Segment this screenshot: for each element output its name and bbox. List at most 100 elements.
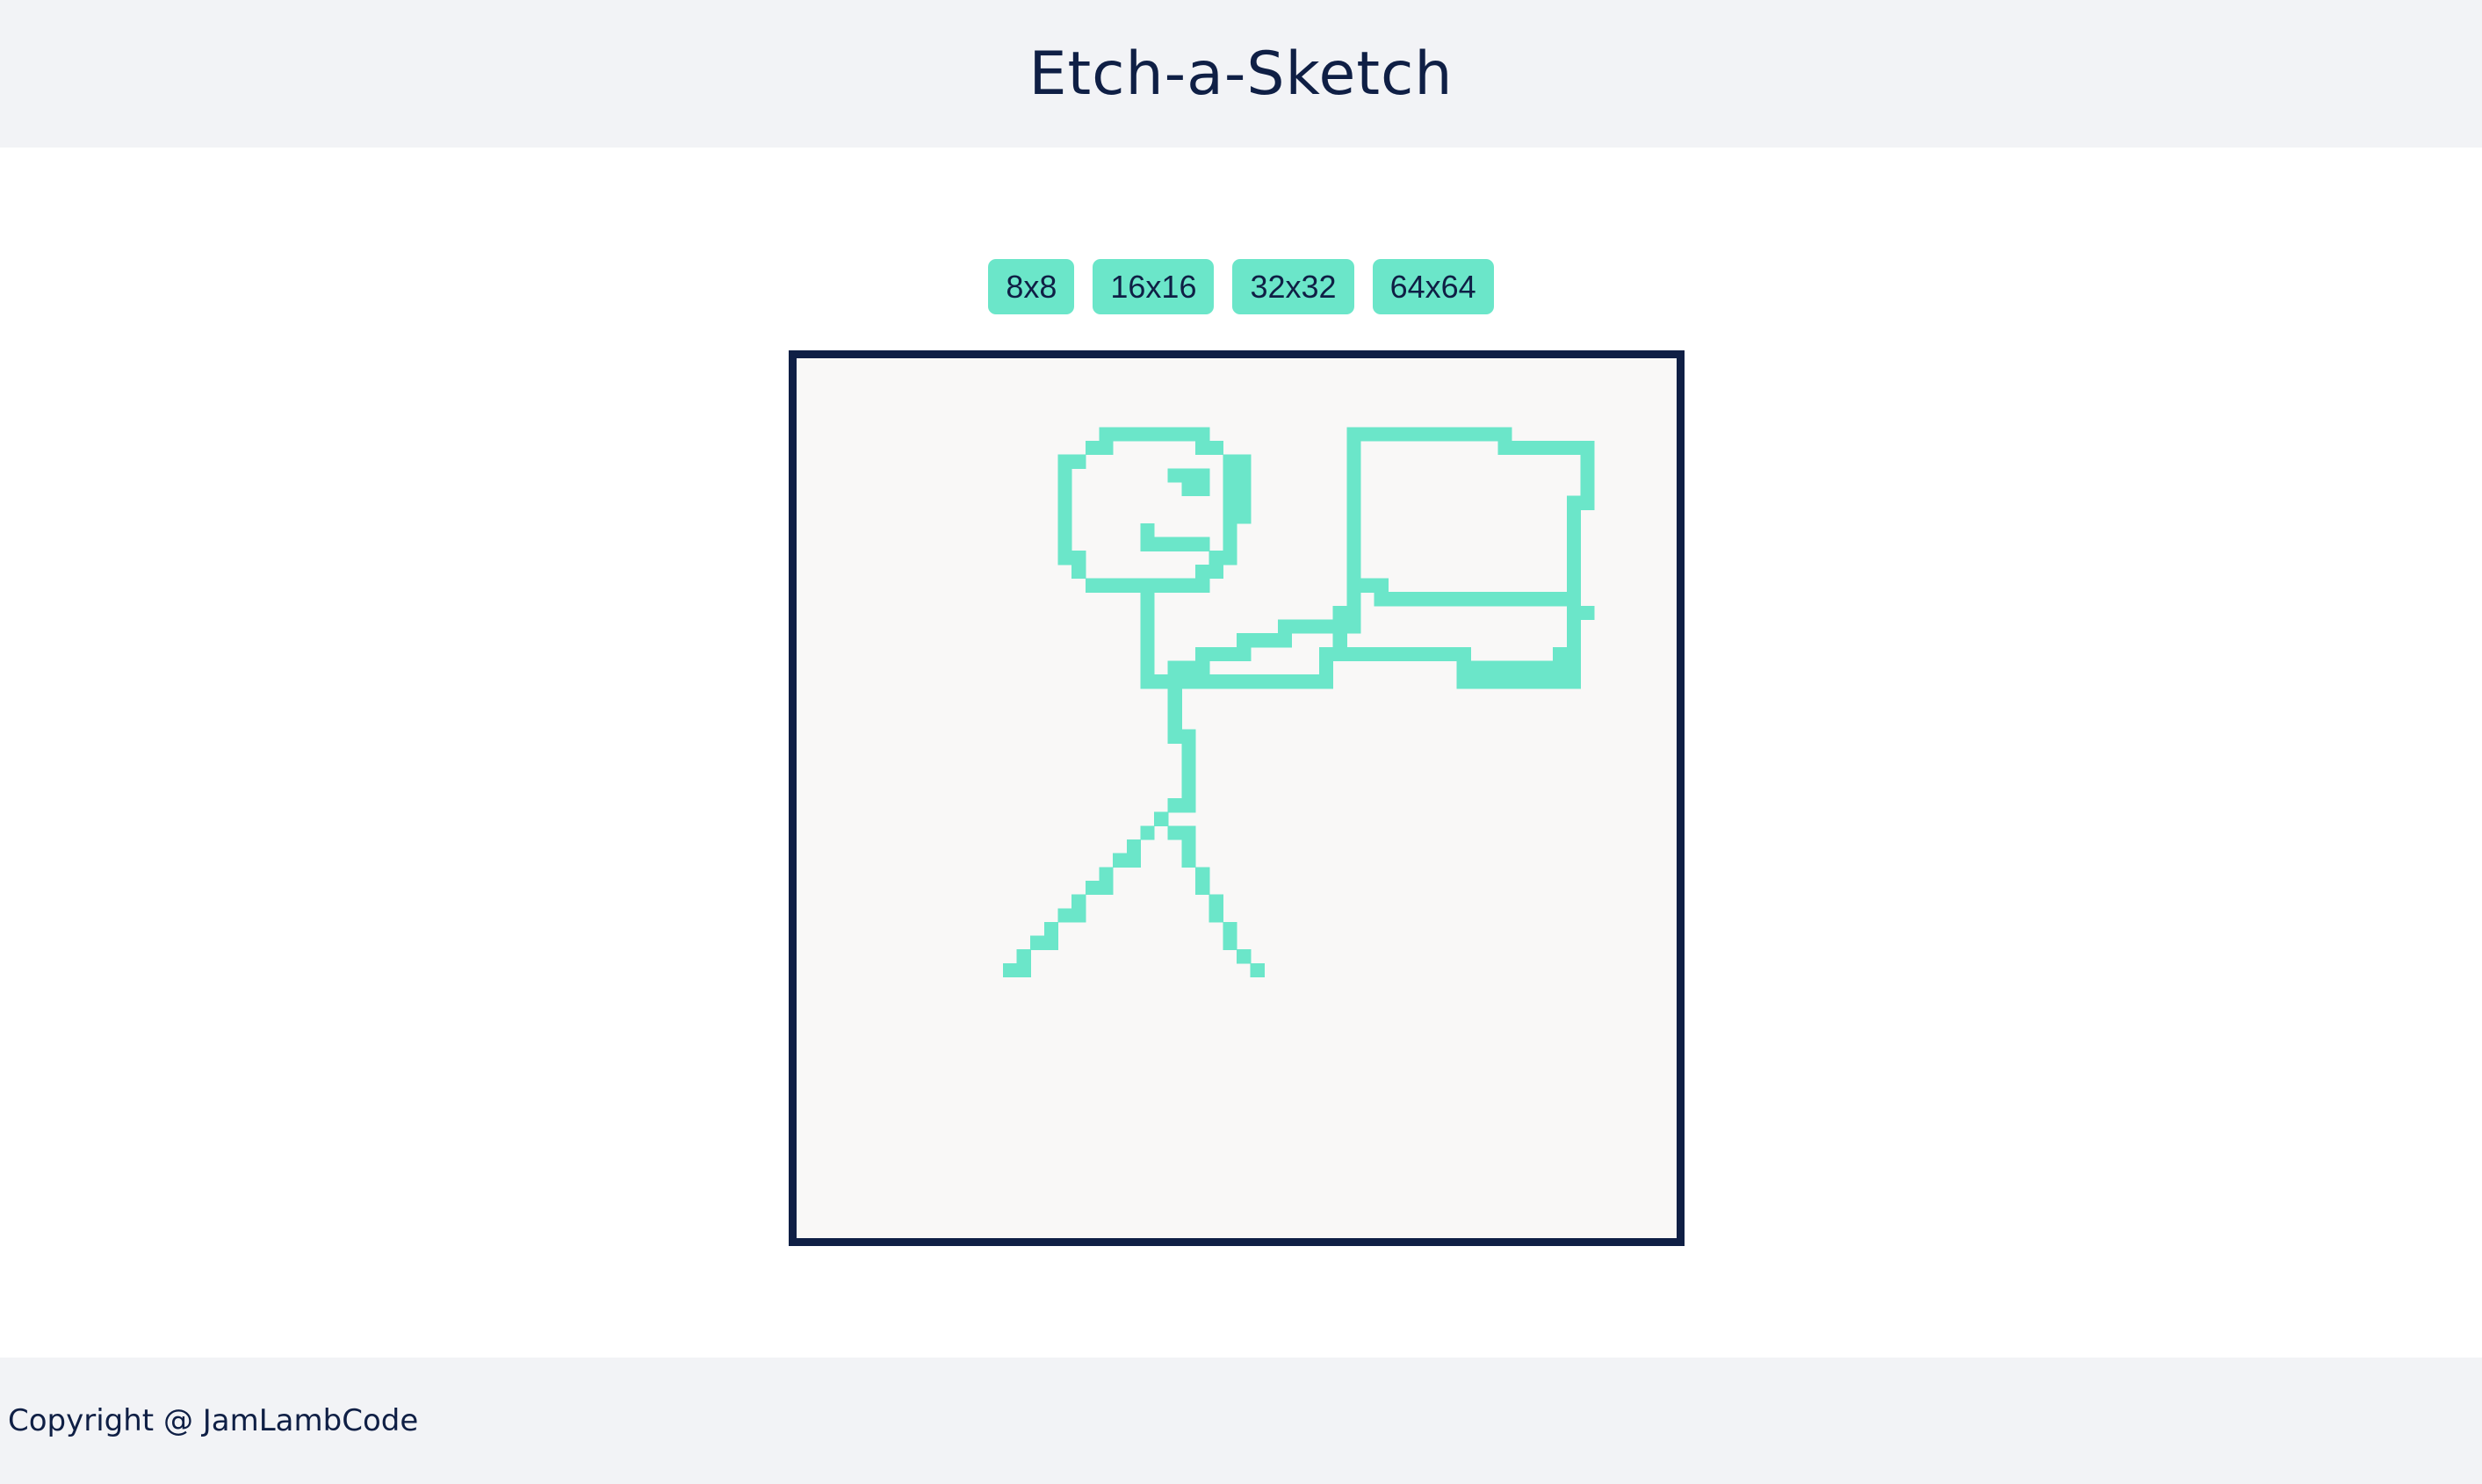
pixel: [1429, 592, 1444, 607]
pixel: [1140, 537, 1155, 551]
page-title: Etch-a-Sketch: [1028, 39, 1454, 109]
pixel: [1195, 867, 1210, 882]
pixel: [1223, 454, 1237, 469]
sketch-board[interactable]: [789, 350, 1685, 1246]
pixel: [1277, 619, 1293, 634]
pixel: [1223, 646, 1237, 662]
pixel: [1456, 674, 1471, 689]
pixel: [1126, 839, 1142, 854]
pixel: [1237, 495, 1252, 510]
pixel: [1264, 674, 1279, 689]
pixel: [1209, 674, 1223, 689]
pixel: [1057, 522, 1072, 538]
pixel: [1154, 537, 1169, 551]
grid-size-8-button[interactable]: 8x8: [988, 259, 1075, 314]
pixel: [1223, 674, 1237, 689]
pixel: [1483, 427, 1499, 442]
pixel: [1167, 537, 1182, 551]
pixel: [1237, 509, 1252, 524]
pixel: [1580, 468, 1595, 483]
pixel: [1346, 578, 1361, 593]
pixel: [1305, 619, 1320, 634]
grid-size-64-button[interactable]: 64x64: [1372, 259, 1494, 314]
pixel: [1167, 674, 1182, 689]
pixel: [1566, 509, 1582, 524]
pixel: [1580, 454, 1595, 469]
pixel: [1113, 853, 1128, 868]
pixel: [1002, 962, 1018, 978]
pixel: [1181, 537, 1196, 551]
pixel: [1140, 427, 1155, 442]
pixel: [1099, 867, 1114, 882]
pixel: [1223, 481, 1237, 497]
pixel: [1140, 578, 1155, 593]
pixel: [1181, 784, 1196, 799]
grid-size-32-button[interactable]: 32x32: [1232, 259, 1354, 314]
pixel: [1497, 592, 1512, 607]
page-header: Etch-a-Sketch: [0, 0, 2482, 148]
pixel: [1195, 880, 1210, 896]
pixel: [1374, 592, 1389, 607]
pixel: [1237, 633, 1252, 648]
pixel: [1346, 481, 1361, 497]
pixel: [1223, 495, 1237, 510]
pixel: [1167, 798, 1182, 813]
pixel: [1580, 481, 1595, 497]
pixel: [1181, 674, 1196, 689]
pixel: [1237, 949, 1252, 964]
pixel: [1497, 660, 1512, 675]
pixel: [1237, 646, 1252, 662]
sketch-canvas[interactable]: [797, 358, 1677, 1238]
pixel: [1525, 440, 1540, 456]
pixel: [1181, 468, 1196, 483]
pixel: [1346, 522, 1361, 538]
pixel: [1512, 592, 1526, 607]
pixel: [1195, 427, 1210, 442]
pixel: [1497, 440, 1512, 456]
pixel: [1291, 674, 1306, 689]
pixel: [1099, 440, 1114, 456]
pixel: [1346, 619, 1361, 634]
pixel: [1250, 633, 1265, 648]
pixel: [1167, 729, 1182, 744]
copyright-text: Copyright @ JamLambCode: [8, 1403, 419, 1438]
pixel: [1553, 646, 1568, 662]
pixel: [1566, 674, 1582, 689]
pixel: [1085, 440, 1100, 456]
pixel: [1223, 551, 1237, 566]
pixel: [1195, 481, 1210, 497]
pixel: [1525, 592, 1540, 607]
pixel: [1277, 674, 1293, 689]
pixel: [1512, 674, 1526, 689]
pixel: [1126, 853, 1142, 868]
pixel: [1332, 619, 1347, 634]
pixel: [1250, 674, 1265, 689]
pixel: [1113, 427, 1128, 442]
page-footer: Copyright @ JamLambCode: [0, 1358, 2482, 1484]
pixel: [1140, 633, 1155, 648]
pixel: [1346, 592, 1361, 607]
grid-size-controls: 8x8 16x16 32x32 64x64: [0, 259, 2482, 314]
pixel: [1071, 564, 1086, 580]
pixel: [1332, 605, 1347, 621]
pixel: [1237, 674, 1252, 689]
pixel: [1113, 578, 1128, 593]
pixel: [1539, 440, 1554, 456]
pixel: [1566, 619, 1582, 634]
pixel: [1181, 578, 1196, 593]
pixel: [1415, 646, 1430, 662]
pixel: [1223, 921, 1237, 937]
pixel: [1030, 935, 1045, 950]
pixel: [1195, 646, 1210, 662]
pixel: [1388, 427, 1403, 442]
pixel: [1140, 619, 1155, 634]
pixel: [1181, 660, 1196, 675]
pixel: [1099, 578, 1114, 593]
pixel: [1566, 578, 1582, 593]
pixel: [1043, 935, 1059, 950]
pixel: [1195, 674, 1210, 689]
pixel: [1181, 853, 1196, 868]
pixel: [1566, 440, 1582, 456]
drawn-pixels: [1002, 427, 1595, 978]
grid-size-16-button[interactable]: 16x16: [1093, 259, 1215, 314]
